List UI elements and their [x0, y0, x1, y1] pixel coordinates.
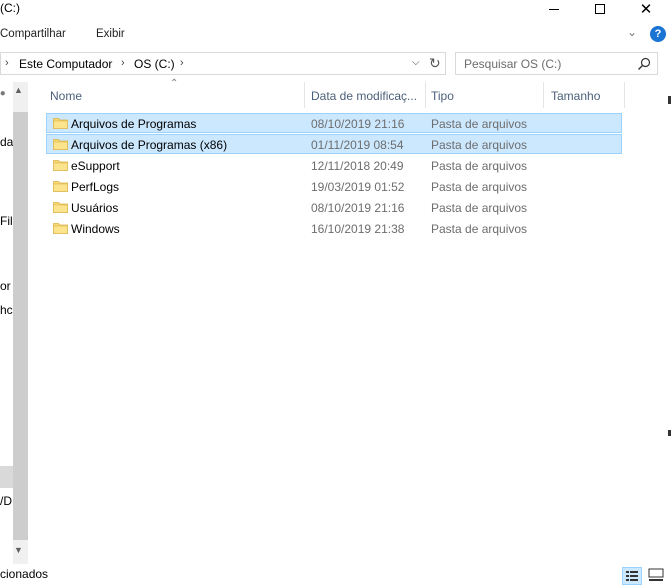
- nav-item[interactable]: /D: [0, 494, 12, 508]
- file-name[interactable]: Windows: [71, 222, 120, 236]
- maximize-icon: [595, 4, 605, 14]
- folder-icon: [53, 118, 68, 129]
- minimize-icon: [549, 9, 559, 10]
- folder-icon: [53, 202, 68, 213]
- column-header-size[interactable]: Tamanho: [547, 82, 625, 108]
- breadcrumb-drive[interactable]: OS (C:): [134, 57, 175, 71]
- status-bar: cionados: [0, 564, 671, 587]
- file-date: 12/11/2018 20:49: [311, 159, 404, 173]
- file-date: 01/11/2019 08:54: [311, 138, 404, 152]
- file-type: Pasta de arquivos: [431, 222, 528, 236]
- file-row[interactable]: eSupport 12/11/2018 20:49 Pasta de arquivo…: [46, 155, 622, 175]
- pin-icon[interactable]: ●: [0, 87, 9, 99]
- ribbon-expand-icon[interactable]: ⌄: [627, 25, 637, 39]
- file-name[interactable]: eSupport: [71, 159, 120, 173]
- column-separator[interactable]: [425, 82, 426, 108]
- chevron-down-icon[interactable]: ⌵: [412, 57, 420, 68]
- status-text: cionados: [0, 567, 49, 581]
- chevron-right-icon[interactable]: ›: [180, 57, 184, 69]
- column-header-name[interactable]: Nome: [46, 82, 304, 108]
- nav-item[interactable]: hc: [0, 303, 13, 317]
- folder-icon: [53, 139, 68, 150]
- file-name[interactable]: Arquivos de Programas (x86): [71, 138, 227, 152]
- large-icons-view-button[interactable]: [647, 567, 667, 585]
- nav-selected-item[interactable]: [0, 466, 13, 488]
- title-bar: (C:) ✕: [0, 0, 671, 18]
- folder-icon: [53, 223, 68, 234]
- column-separator[interactable]: [304, 82, 305, 108]
- large-icons-view-icon: [648, 568, 664, 581]
- column-separator[interactable]: [624, 82, 625, 108]
- chevron-right-icon[interactable]: ›: [121, 57, 125, 69]
- ribbon: Compartilhar Exibir ⌄: [0, 20, 671, 48]
- file-row[interactable]: Windows 16/10/2019 21:38 Pasta de arquivos: [46, 218, 622, 238]
- file-name[interactable]: PerfLogs: [71, 180, 119, 194]
- breadcrumb-this-pc[interactable]: Este Computador: [19, 57, 112, 71]
- scroll-up-icon[interactable]: ▲: [14, 85, 23, 95]
- file-date: 16/10/2019 21:38: [311, 222, 405, 236]
- close-icon: ✕: [639, 0, 653, 18]
- file-name[interactable]: Arquivos de Programas: [71, 117, 196, 131]
- chevron-right-icon[interactable]: ›: [5, 57, 9, 69]
- file-type: Pasta de arquivos: [431, 117, 528, 131]
- column-header-date[interactable]: Data de modificaç...: [307, 82, 425, 108]
- search-placeholder: Pesquisar OS (C:): [464, 57, 562, 71]
- file-type: Pasta de arquivos: [431, 180, 528, 194]
- file-type: Pasta de arquivos: [431, 138, 528, 152]
- window-title: (C:): [0, 1, 20, 15]
- column-separator[interactable]: [543, 82, 544, 108]
- folder-icon: [53, 160, 68, 171]
- help-icon[interactable]: ?: [650, 26, 666, 42]
- file-date: 08/10/2019 21:16: [311, 117, 405, 131]
- file-row[interactable]: Arquivos de Programas (x86) 01/11/2019 08…: [46, 134, 622, 154]
- nav-item[interactable]: Fil: [0, 214, 13, 228]
- file-date: 19/03/2019 01:52: [311, 180, 405, 194]
- folder-icon: [53, 181, 68, 192]
- file-row[interactable]: PerfLogs 19/03/2019 01:52 Pasta de arquivo…: [46, 176, 622, 196]
- tab-view[interactable]: Exibir: [96, 28, 125, 40]
- tab-share[interactable]: Compartilhar: [0, 28, 66, 40]
- search-input[interactable]: Pesquisar OS (C:): [455, 52, 658, 75]
- maximize-button[interactable]: [577, 0, 623, 18]
- file-row[interactable]: Usuários 08/10/2019 21:16 Pasta de arquivo…: [46, 197, 622, 217]
- file-name[interactable]: Usuários: [71, 201, 118, 215]
- file-row[interactable]: Arquivos de Programas 08/10/2019 21:16 Pas…: [46, 113, 622, 133]
- minimize-button[interactable]: [531, 0, 577, 18]
- search-icon[interactable]: [637, 57, 651, 71]
- file-list: ⌃ Nome Data de modificaç... Tipo Tamanho…: [46, 78, 666, 564]
- nav-item[interactable]: or: [0, 279, 11, 293]
- refresh-icon[interactable]: ↻: [429, 55, 441, 72]
- file-type: Pasta de arquivos: [431, 159, 528, 173]
- details-view-button[interactable]: [622, 567, 642, 585]
- scroll-down-icon[interactable]: ▼: [14, 545, 23, 555]
- details-view-icon: [626, 571, 638, 581]
- file-date: 08/10/2019 21:16: [311, 201, 405, 215]
- close-button[interactable]: ✕: [623, 0, 669, 18]
- nav-scrollbar-thumb[interactable]: [13, 112, 28, 540]
- address-bar[interactable]: › Este Computador › OS (C:) › ⌵ ↻: [0, 52, 446, 75]
- column-header-type[interactable]: Tipo: [427, 82, 543, 108]
- file-type: Pasta de arquivos: [431, 201, 528, 215]
